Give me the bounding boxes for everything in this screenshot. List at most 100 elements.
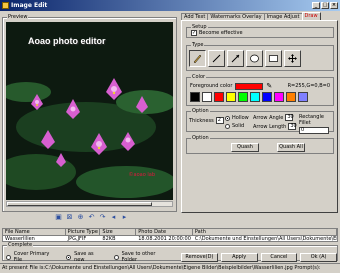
- col-file-name[interactable]: File Name: [3, 229, 66, 236]
- draw-panel: Setup ✓ Become effective Type Color Fore…: [181, 20, 338, 213]
- rotate-left-icon[interactable]: ↶: [88, 214, 95, 221]
- solid-label: Solid: [232, 123, 245, 129]
- arrow-angle-label: Arrow Angle: [253, 114, 284, 121]
- hollow-radio[interactable]: [225, 115, 230, 121]
- table-header: File Name Picture Type Size Photo Date P…: [3, 229, 337, 236]
- swatch-orange[interactable]: [286, 92, 296, 102]
- foreground-color-label: Foreground color: [190, 83, 233, 89]
- ok-button[interactable]: Ok (A): [300, 252, 337, 262]
- preview-toolbar: ▣ ⊠ ⊕ ↶ ↷ ◂ ▸: [55, 214, 128, 221]
- save-other-folder-radio[interactable]: [113, 254, 119, 260]
- cover-primary-label: Cover Primary File: [13, 251, 50, 263]
- next-icon[interactable]: ▸: [121, 214, 128, 221]
- table-row[interactable]: Wasserlilien JPG,JFIF 82KB 18.08.2001 20…: [3, 236, 337, 243]
- color-group: Color Foreground color ✎ R=255,G=0,B=0: [186, 74, 334, 106]
- option-label: Option: [191, 108, 210, 114]
- arrow-length-input[interactable]: 30: [288, 123, 297, 130]
- quash-all-button[interactable]: Quash All: [277, 143, 305, 152]
- actual-size-icon[interactable]: ⊠: [66, 214, 73, 221]
- swatch-red[interactable]: [214, 92, 224, 102]
- status-bar: At present File is:C:\Dokumente und Eins…: [0, 263, 340, 273]
- watermark-text: Aoao photo editor: [28, 36, 106, 46]
- color-label: Color: [191, 74, 207, 80]
- tab-draw[interactable]: Draw: [301, 12, 321, 20]
- fit-window-icon[interactable]: ▣: [55, 214, 62, 221]
- minimize-button[interactable]: _: [312, 2, 320, 9]
- cell-photo-date: 18.08.2001 20:00:00: [138, 236, 191, 242]
- swatch-green[interactable]: [238, 92, 248, 102]
- complete-label: Complete: [7, 242, 34, 248]
- remove-button[interactable]: Remove(D): [181, 252, 218, 262]
- become-effective-checkbox-row[interactable]: ✓ Become effective: [191, 30, 243, 36]
- swatch-white[interactable]: [202, 92, 212, 102]
- color-swatches: [190, 92, 308, 102]
- preview-label: Preview: [7, 14, 29, 20]
- cover-primary-radio[interactable]: [6, 254, 11, 260]
- apply-button[interactable]: Apply: [220, 252, 258, 262]
- horizontal-scrollbar[interactable]: [6, 201, 173, 207]
- arrow-angle-input[interactable]: 30: [285, 114, 294, 121]
- option-group: Option Thickness 2 Hollow Solid Arrow An…: [186, 108, 334, 134]
- option2-label: Option: [191, 135, 210, 141]
- tab-image-adjust[interactable]: Image Adjust: [263, 13, 303, 20]
- line-icon: [212, 54, 221, 63]
- ellipse-icon: [250, 54, 259, 63]
- complete-group: Complete Cover Primary File Save as new …: [2, 242, 338, 263]
- thickness-label: Thickness: [189, 117, 214, 124]
- save-as-new-radio[interactable]: [66, 254, 72, 260]
- copyright-text: ©aoao lab: [128, 172, 155, 178]
- file-table: File Name Picture Type Size Photo Date P…: [2, 228, 338, 242]
- zoom-in-icon[interactable]: ⊕: [77, 214, 84, 221]
- foreground-color-swatch[interactable]: [235, 82, 264, 90]
- line-tool-button[interactable]: [208, 50, 225, 67]
- col-path[interactable]: Path: [192, 229, 337, 236]
- save-other-folder-label: Save to other Folder: [121, 251, 156, 263]
- maximize-button[interactable]: □: [321, 2, 329, 9]
- option2-group: Option Quash Quash All: [186, 135, 334, 154]
- tab-watermarks-overlay[interactable]: Watermarks Overlay: [207, 13, 265, 20]
- cell-picture-type: JPG,JFIF: [67, 236, 87, 242]
- cancel-button[interactable]: Cancel: [260, 252, 298, 262]
- arrow-icon: [231, 54, 240, 63]
- prev-icon[interactable]: ◂: [110, 214, 117, 221]
- swatch-magenta[interactable]: [274, 92, 284, 102]
- setup-group: Setup ✓ Become effective: [186, 24, 334, 38]
- col-size[interactable]: Size: [100, 229, 137, 236]
- scrollbar-thumb[interactable]: [7, 202, 152, 206]
- eyedropper-icon[interactable]: ✎: [266, 82, 272, 90]
- hollow-label: Hollow: [232, 115, 249, 121]
- rgb-readout: R=255,G=0,B=0: [287, 83, 330, 89]
- swatch-lavender[interactable]: [298, 92, 308, 102]
- swatch-black[interactable]: [190, 92, 200, 102]
- quash-button[interactable]: Quash: [231, 143, 259, 152]
- become-effective-checkbox[interactable]: ✓: [191, 30, 197, 36]
- solid-radio[interactable]: [225, 123, 230, 129]
- arrow-tool-button[interactable]: [227, 50, 244, 67]
- swatch-blue[interactable]: [262, 92, 272, 102]
- move-tool-button[interactable]: [284, 50, 301, 67]
- become-effective-label: Become effective: [199, 30, 243, 36]
- close-button[interactable]: ×: [330, 2, 338, 9]
- ellipse-tool-button[interactable]: [246, 50, 263, 67]
- rotate-right-icon[interactable]: ↷: [99, 214, 106, 221]
- arrow-length-label: Arrow Length: [253, 123, 287, 130]
- preview-canvas[interactable]: Aoao photo editor ©aoao lab: [6, 22, 173, 200]
- save-as-new-label: Save as new: [74, 251, 94, 263]
- thickness-input[interactable]: 2: [215, 117, 224, 124]
- pencil-tool-button[interactable]: [189, 50, 206, 67]
- type-label: Type: [191, 42, 205, 48]
- type-group: Type: [186, 42, 334, 71]
- col-photo-date[interactable]: Photo Date: [136, 229, 193, 236]
- window-title: Image Edit: [11, 2, 48, 9]
- rectangle-fillet-label: Rectangle Fillet: [299, 114, 324, 126]
- app-icon: [2, 2, 9, 9]
- swatch-cyan[interactable]: [250, 92, 260, 102]
- tab-add-text[interactable]: Add Text: [181, 13, 209, 20]
- rectangle-icon: [269, 55, 278, 62]
- rectangle-tool-button[interactable]: [265, 50, 282, 67]
- title-bar: Image Edit _ □ ×: [0, 0, 340, 11]
- col-picture-type[interactable]: Picture Type: [65, 229, 101, 236]
- cell-path: C:\Dokumente und Einstellungen\All Users…: [194, 236, 337, 242]
- swatch-yellow[interactable]: [226, 92, 236, 102]
- rectangle-fillet-input[interactable]: 0: [299, 127, 329, 134]
